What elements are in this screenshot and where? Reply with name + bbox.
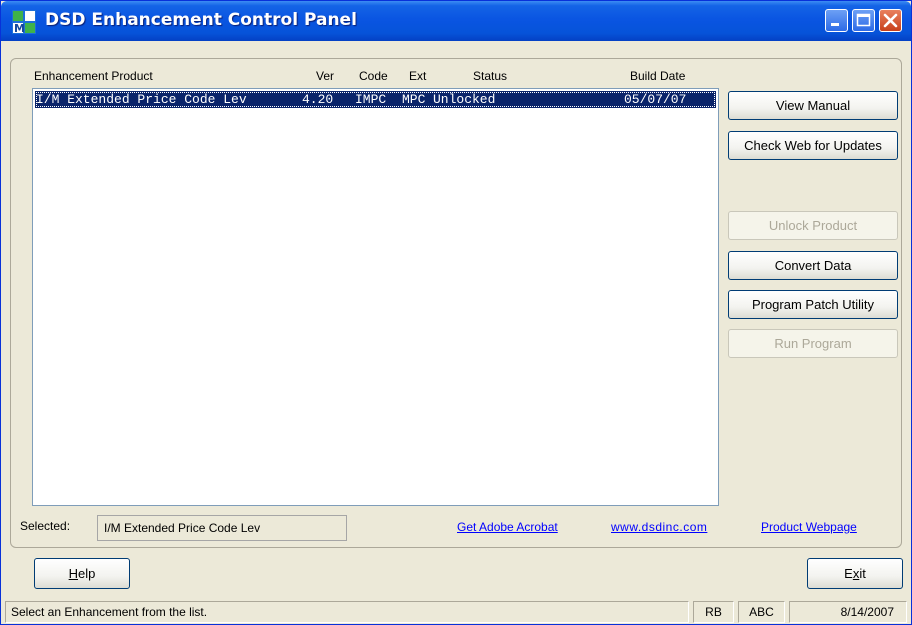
status-date: 8/14/2007 xyxy=(789,601,907,623)
row-status: Unlocked xyxy=(433,92,496,107)
row-code: IMPC xyxy=(355,92,387,107)
column-header-status[interactable]: Status xyxy=(473,69,507,83)
row-ext: MPC xyxy=(402,92,426,107)
status-company: ABC xyxy=(738,601,785,623)
column-header-ext[interactable]: Ext xyxy=(409,69,426,83)
maximize-icon xyxy=(856,13,871,27)
view-manual-button[interactable]: View Manual xyxy=(728,91,898,120)
window-title: DSD Enhancement Control Panel xyxy=(45,10,357,30)
column-header-product[interactable]: Enhancement Product xyxy=(34,69,153,83)
status-user: RB xyxy=(693,601,734,623)
list-item[interactable]: I/M Extended Price Code Lev 4.20 IMPC MP… xyxy=(35,91,716,108)
program-patch-utility-button[interactable]: Program Patch Utility xyxy=(728,290,898,319)
maximize-button[interactable] xyxy=(852,9,875,32)
exit-label-rest: it xyxy=(859,566,866,581)
help-label-accel: H xyxy=(68,566,79,581)
row-ver: 4.20 xyxy=(302,92,334,107)
help-button[interactable]: Help xyxy=(34,558,130,589)
status-bar: Select an Enhancement from the list. RB … xyxy=(1,600,911,624)
close-icon xyxy=(883,13,898,28)
exit-button[interactable]: Exit xyxy=(807,558,903,589)
status-message: Select an Enhancement from the list. xyxy=(5,601,689,623)
column-header-code[interactable]: Code xyxy=(359,69,388,83)
run-program-button[interactable]: Run Program xyxy=(728,329,898,358)
enhancement-list[interactable]: I/M Extended Price Code Lev 4.20 IMPC MP… xyxy=(32,88,719,506)
column-header-build-date[interactable]: Build Date xyxy=(630,69,685,83)
check-web-updates-button[interactable]: Check Web for Updates xyxy=(728,131,898,160)
row-product: I/M Extended Price Code Lev xyxy=(36,92,247,107)
convert-data-button[interactable]: Convert Data xyxy=(728,251,898,280)
get-adobe-acrobat-link[interactable]: Get Adobe Acrobat xyxy=(457,520,558,534)
website-link[interactable]: www.dsdinc.com xyxy=(611,520,707,534)
exit-label-prefix: E xyxy=(844,566,853,581)
product-webpage-link[interactable]: Product Webpage xyxy=(761,520,857,534)
close-button[interactable] xyxy=(879,9,902,32)
help-label-rest: elp xyxy=(78,566,96,581)
unlock-product-button[interactable]: Unlock Product xyxy=(728,211,898,240)
column-header-ver[interactable]: Ver xyxy=(316,69,334,83)
main-window: M DSD Enhancement Control Panel Enhancem… xyxy=(0,0,912,625)
minimize-button[interactable] xyxy=(825,9,848,32)
selected-value-field: I/M Extended Price Code Lev xyxy=(97,515,347,541)
minimize-icon xyxy=(831,23,839,26)
svg-text:M: M xyxy=(14,22,25,34)
app-logo-icon: M xyxy=(12,10,36,34)
row-build-date: 05/07/07 xyxy=(624,92,687,107)
title-bar[interactable]: M DSD Enhancement Control Panel xyxy=(1,1,911,41)
selected-label: Selected: xyxy=(20,519,71,533)
